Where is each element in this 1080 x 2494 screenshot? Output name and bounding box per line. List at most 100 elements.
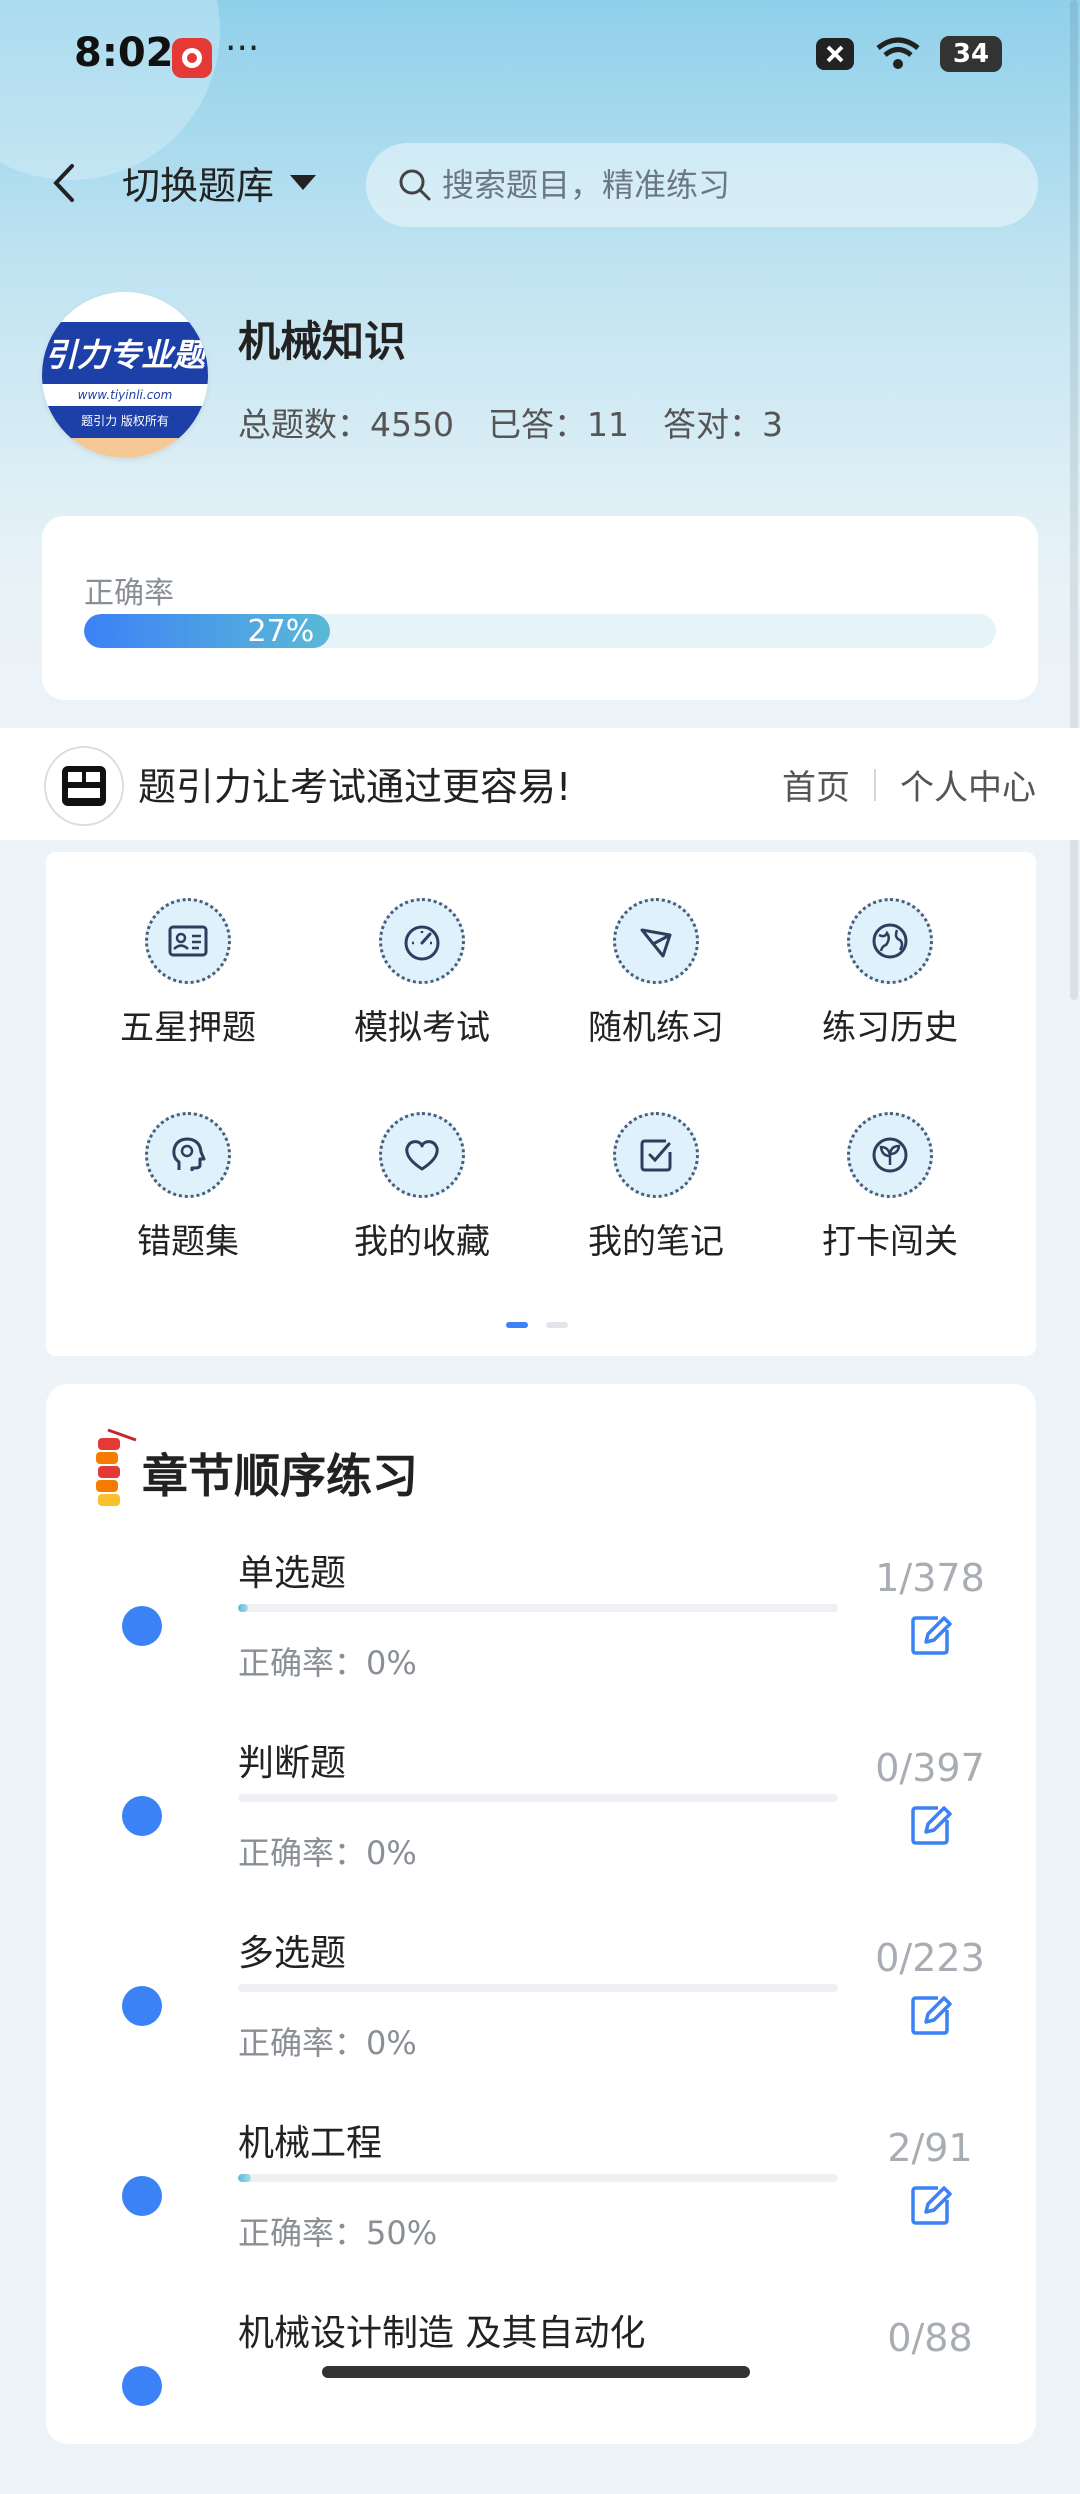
- edit-icon[interactable]: [908, 1992, 954, 2038]
- switch-bank-label: 切换题库: [122, 164, 275, 208]
- chapter-count: 1/378: [875, 1556, 985, 1600]
- tool-label: 我的笔记: [588, 1222, 724, 1262]
- tools-grid: 五星押题 模拟考试 随机练习 练习历史 错题集 我的收藏 我的笔记 打卡闯关: [46, 852, 1036, 1356]
- chapter-progress-track: [238, 1794, 838, 1802]
- tool-label: 我的收藏: [354, 1222, 490, 1262]
- no-sim-icon: [816, 38, 854, 70]
- page-dot-active[interactable]: [506, 1322, 528, 1328]
- head-icon: [145, 1112, 231, 1198]
- total-questions: 总题数：4550: [238, 405, 454, 444]
- home-indicator[interactable]: [322, 2366, 750, 2378]
- tool-label: 随机练习: [588, 1008, 724, 1048]
- back-button[interactable]: [44, 158, 84, 208]
- shuffle-icon: [613, 898, 699, 984]
- tool-random-practice[interactable]: 随机练习: [556, 898, 756, 1049]
- chapter-name: 机械设计制造 及其自动化: [238, 2313, 646, 2354]
- tool-label: 错题集: [137, 1222, 239, 1262]
- chapter-progress-track: [238, 1984, 838, 1992]
- tool-label: 打卡闯关: [822, 1222, 958, 1262]
- bullet-dot: [122, 1986, 162, 2026]
- site-logo: [44, 746, 124, 826]
- bullet-dot: [122, 2176, 162, 2216]
- chapter-accuracy: 正确率：0%: [238, 1834, 417, 1872]
- caret-down-icon: [290, 175, 317, 190]
- tool-notes[interactable]: 我的笔记: [556, 1112, 756, 1263]
- chapter-row[interactable]: 多选题 正确率：0% 0/223: [46, 1924, 1036, 2114]
- chapter-practice-card: 章节顺序练习 单选题 正确率：0% 1/378 判断题 正确率：0% 0/397…: [46, 1384, 1036, 2444]
- tool-favorites[interactable]: 我的收藏: [322, 1112, 522, 1263]
- switch-bank-dropdown[interactable]: 切换题库: [122, 155, 317, 210]
- chevron-left-icon: [53, 164, 74, 202]
- accuracy-value: 27%: [247, 614, 315, 648]
- chapter-accuracy: 正确率：0%: [238, 2024, 417, 2062]
- status-indicators: 34: [814, 36, 1002, 72]
- chapter-progress-track: [238, 2174, 838, 2182]
- chapter-accuracy: 正确率：50%: [238, 2214, 438, 2252]
- bullet-dot: [122, 1606, 162, 1646]
- globe-icon: [847, 898, 933, 984]
- site-banner: 题引力让考试通过更容易! 首页 个人中心: [0, 728, 1080, 840]
- tool-label: 模拟考试: [354, 1008, 490, 1048]
- chapter-name: 单选题: [238, 1553, 347, 1594]
- chapter-name: 判断题: [238, 1743, 347, 1784]
- tool-wrong-questions[interactable]: 错题集: [88, 1112, 288, 1263]
- app-notification-icon: [172, 38, 212, 78]
- chapter-row[interactable]: 机械设计制造 及其自动化 0/88: [46, 2304, 1036, 2494]
- tool-practice-history[interactable]: 练习历史: [790, 898, 990, 1049]
- correct-count: 答对：3: [662, 405, 783, 444]
- edit-icon[interactable]: [908, 2182, 954, 2228]
- search-input[interactable]: [440, 165, 1004, 205]
- note-check-icon: [613, 1112, 699, 1198]
- chapter-progress-track: [238, 1604, 838, 1612]
- chapter-name: 多选题: [238, 1933, 347, 1974]
- chapter-count: 0/397: [875, 1746, 985, 1790]
- search-icon: [399, 169, 431, 201]
- link-divider: [874, 768, 876, 801]
- chapter-row[interactable]: 判断题 正确率：0% 0/397: [46, 1734, 1036, 1924]
- chapter-accuracy: 正确率：0%: [238, 1644, 417, 1682]
- tool-five-star[interactable]: 五星押题: [88, 898, 288, 1049]
- bank-logo: 引力专业题 www.tiyinli.com 题引力 版权所有: [42, 292, 208, 458]
- accuracy-label: 正确率: [84, 576, 174, 611]
- tool-mock-exam[interactable]: 模拟考试: [322, 898, 522, 1049]
- carousel-pagination: [506, 1322, 568, 1328]
- accuracy-card: 正确率 27%: [42, 516, 1038, 700]
- bullet-dot: [122, 2366, 162, 2406]
- firecracker-icon: [96, 1428, 137, 1506]
- heart-icon: [379, 1112, 465, 1198]
- home-link[interactable]: 首页: [782, 760, 850, 809]
- wifi-icon: [876, 37, 920, 69]
- banner-slogan: 题引力让考试通过更容易!: [138, 765, 572, 809]
- status-time: 8:02: [74, 30, 174, 76]
- scrollbar[interactable]: [1070, 0, 1078, 1000]
- chapter-progress-fill: [238, 2174, 252, 2182]
- chapter-progress-fill: [238, 1604, 248, 1612]
- answered-count: 已答：11: [487, 405, 629, 444]
- edit-icon[interactable]: [908, 1802, 954, 1848]
- banner-links: 首页 个人中心: [782, 760, 1036, 809]
- id-card-icon: [145, 898, 231, 984]
- search-bar[interactable]: [366, 143, 1038, 227]
- more-notifications-icon: ···: [225, 28, 260, 69]
- accuracy-progress-track: 27%: [84, 614, 996, 648]
- accuracy-progress-fill: 27%: [84, 614, 331, 648]
- tool-label: 练习历史: [822, 1008, 958, 1048]
- chapter-count: 2/91: [887, 2126, 973, 2170]
- edit-icon[interactable]: [908, 1612, 954, 1658]
- tool-check-in[interactable]: 打卡闯关: [790, 1112, 990, 1263]
- chapter-name: 机械工程: [238, 2123, 383, 2164]
- chapter-title: 章节顺序练习: [142, 1449, 418, 1503]
- bank-stats: 总题数：4550 已答：11 答对：3: [238, 398, 783, 446]
- bank-logo-url: www.tiyinli.com: [42, 384, 208, 406]
- battery-icon: 34: [940, 36, 1002, 72]
- page-dot[interactable]: [546, 1322, 568, 1328]
- bank-logo-copyright: 题引力 版权所有: [42, 406, 208, 440]
- chapter-count: 0/223: [875, 1936, 985, 1980]
- tool-label: 五星押题: [120, 1008, 256, 1048]
- bullet-dot: [122, 1796, 162, 1836]
- chapter-row[interactable]: 机械工程 正确率：50% 2/91: [46, 2114, 1036, 2304]
- bank-logo-text: 引力专业题: [42, 322, 208, 384]
- chapter-row[interactable]: 单选题 正确率：0% 1/378: [46, 1544, 1036, 1734]
- personal-center-link[interactable]: 个人中心: [900, 760, 1036, 809]
- chapter-count: 0/88: [887, 2316, 973, 2360]
